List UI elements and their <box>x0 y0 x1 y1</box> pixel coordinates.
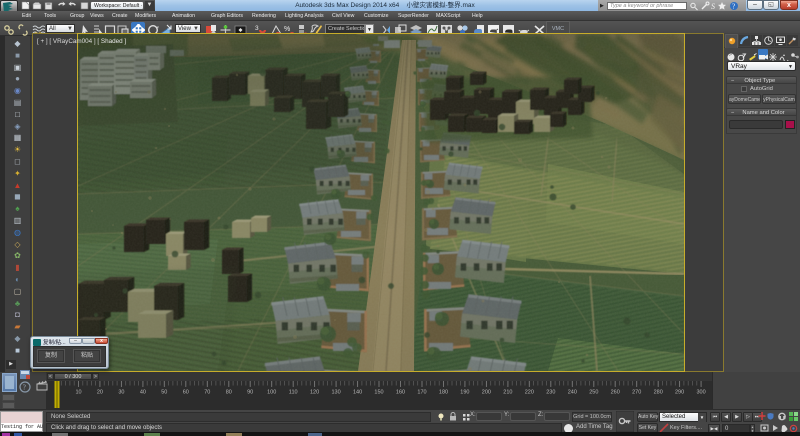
svg-text:290: 290 <box>675 390 684 396</box>
svg-text:60: 60 <box>183 390 189 396</box>
svg-text:230: 230 <box>546 390 555 396</box>
svg-text:200: 200 <box>482 390 491 396</box>
svg-text:%: % <box>284 26 290 33</box>
svg-text:10: 10 <box>75 390 81 396</box>
svg-text:50: 50 <box>161 390 167 396</box>
svg-text:270: 270 <box>632 390 641 396</box>
svg-text:?: ? <box>23 384 26 392</box>
svg-text:160: 160 <box>396 390 405 396</box>
svg-text:S: S <box>711 2 715 11</box>
svg-text:210: 210 <box>503 390 512 396</box>
svg-text:90: 90 <box>247 390 253 396</box>
svg-text:280: 280 <box>654 390 663 396</box>
svg-text:?: ? <box>732 3 735 11</box>
svg-text:120: 120 <box>310 390 319 396</box>
svg-text:260: 260 <box>611 390 620 396</box>
svg-text:240: 240 <box>568 390 577 396</box>
svg-text:170: 170 <box>417 390 426 396</box>
svg-text:3: 3 <box>255 25 259 32</box>
svg-text:140: 140 <box>353 390 362 396</box>
svg-text:30: 30 <box>118 390 124 396</box>
svg-text:300: 300 <box>697 390 706 396</box>
svg-text:20: 20 <box>97 390 103 396</box>
svg-text:100: 100 <box>267 390 276 396</box>
svg-text:70: 70 <box>204 390 210 396</box>
svg-text:150: 150 <box>374 390 383 396</box>
svg-text:110: 110 <box>289 390 298 396</box>
svg-text:220: 220 <box>525 390 534 396</box>
svg-text:130: 130 <box>332 390 341 396</box>
svg-text:180: 180 <box>439 390 448 396</box>
svg-text:80: 80 <box>226 390 232 396</box>
svg-text:190: 190 <box>460 390 469 396</box>
svg-text:250: 250 <box>589 390 598 396</box>
svg-text:40: 40 <box>140 390 146 396</box>
